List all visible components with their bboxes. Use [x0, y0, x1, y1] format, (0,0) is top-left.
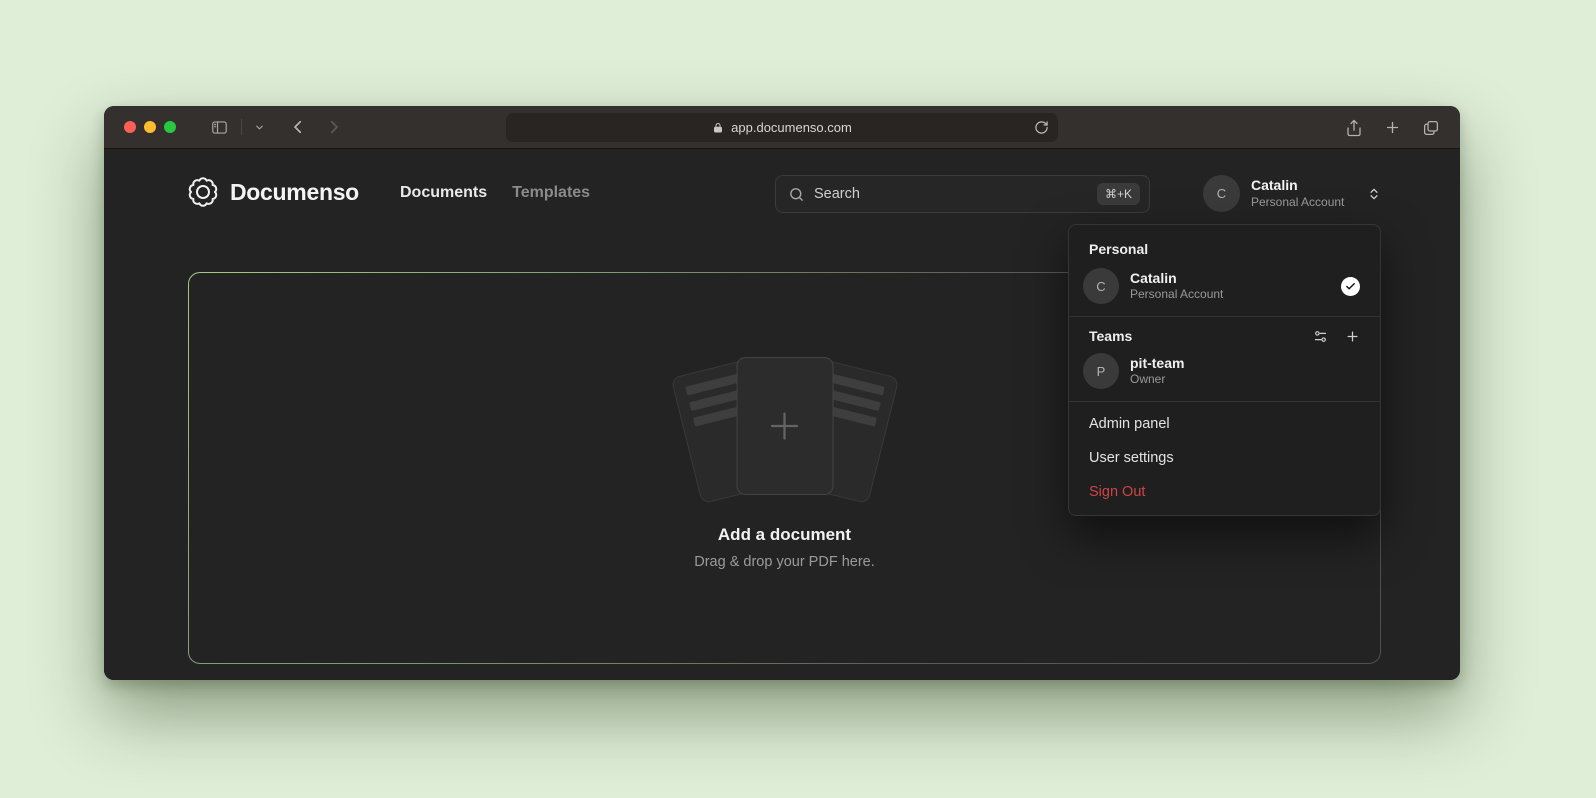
- tab-overview-icon[interactable]: [1422, 119, 1440, 137]
- personal-section-label: Personal: [1069, 234, 1380, 263]
- seal-logo-icon: [188, 177, 218, 207]
- selected-check-icon: [1341, 277, 1360, 296]
- brand-name: Documenso: [230, 179, 359, 206]
- lock-icon: [712, 122, 724, 134]
- team-item-pit-team[interactable]: P pit-team Owner: [1069, 348, 1380, 398]
- illustration-card-center: [736, 357, 833, 495]
- search-bar[interactable]: ⌘+K: [775, 175, 1150, 213]
- sidebar-chevron-down-icon[interactable]: [254, 122, 265, 133]
- menu-divider: [1069, 401, 1380, 402]
- main-nav: Documents Templates: [400, 184, 590, 202]
- teams-section-label: Teams: [1089, 328, 1313, 344]
- account-dropdown-menu: Personal C Catalin Personal Account Team…: [1068, 224, 1381, 516]
- personal-account-avatar: C: [1083, 268, 1119, 304]
- plus-icon: [762, 403, 808, 449]
- account-name: Catalin: [1251, 177, 1356, 195]
- account-menu-button[interactable]: C Catalin Personal Account: [1203, 175, 1381, 212]
- manage-teams-icon[interactable]: [1313, 329, 1328, 344]
- personal-account-item[interactable]: C Catalin Personal Account: [1069, 263, 1380, 313]
- menu-item-user-settings[interactable]: User settings: [1069, 441, 1380, 475]
- team-role: Owner: [1130, 372, 1366, 388]
- new-tab-icon[interactable]: [1384, 119, 1401, 136]
- menu-divider: [1069, 316, 1380, 317]
- browser-toolbar: app.documenso.com: [104, 106, 1460, 149]
- team-name: pit-team: [1130, 354, 1366, 372]
- minimize-window-button[interactable]: [144, 121, 156, 133]
- sidebar-toggle-icon[interactable]: [210, 118, 229, 137]
- app-content: Documenso Documents Templates ⌘+K C Cata…: [104, 150, 1460, 680]
- toolbar-divider: [241, 119, 242, 135]
- zoom-window-button[interactable]: [164, 121, 176, 133]
- url-text: app.documenso.com: [731, 120, 852, 135]
- chevrons-up-down-icon: [1367, 187, 1381, 201]
- documenso-logo[interactable]: Documenso: [188, 177, 359, 207]
- search-input[interactable]: [814, 186, 1088, 202]
- close-window-button[interactable]: [124, 121, 136, 133]
- card-stack-illustration: [675, 353, 895, 505]
- menu-item-sign-out[interactable]: Sign Out: [1069, 475, 1380, 509]
- share-icon[interactable]: [1345, 119, 1363, 137]
- address-bar[interactable]: app.documenso.com: [506, 113, 1058, 142]
- search-shortcut-badge: ⌘+K: [1097, 183, 1140, 205]
- search-icon: [788, 186, 805, 203]
- menu-item-admin-panel[interactable]: Admin panel: [1069, 407, 1380, 441]
- personal-account-subtitle: Personal Account: [1130, 287, 1330, 303]
- account-avatar: C: [1203, 175, 1240, 212]
- account-subtitle: Personal Account: [1251, 195, 1356, 210]
- personal-account-name: Catalin: [1130, 269, 1330, 287]
- dropzone-title: Add a document: [718, 525, 851, 545]
- forward-button[interactable]: [325, 118, 343, 136]
- nav-documents[interactable]: Documents: [400, 184, 487, 202]
- team-avatar: P: [1083, 353, 1119, 389]
- dropzone-subtitle: Drag & drop your PDF here.: [694, 554, 875, 570]
- browser-window: app.documenso.com: [104, 106, 1460, 680]
- traffic-lights: [124, 121, 176, 133]
- back-button[interactable]: [289, 118, 307, 136]
- add-team-icon[interactable]: [1345, 329, 1360, 344]
- reload-icon[interactable]: [1034, 120, 1049, 135]
- nav-templates[interactable]: Templates: [512, 184, 590, 202]
